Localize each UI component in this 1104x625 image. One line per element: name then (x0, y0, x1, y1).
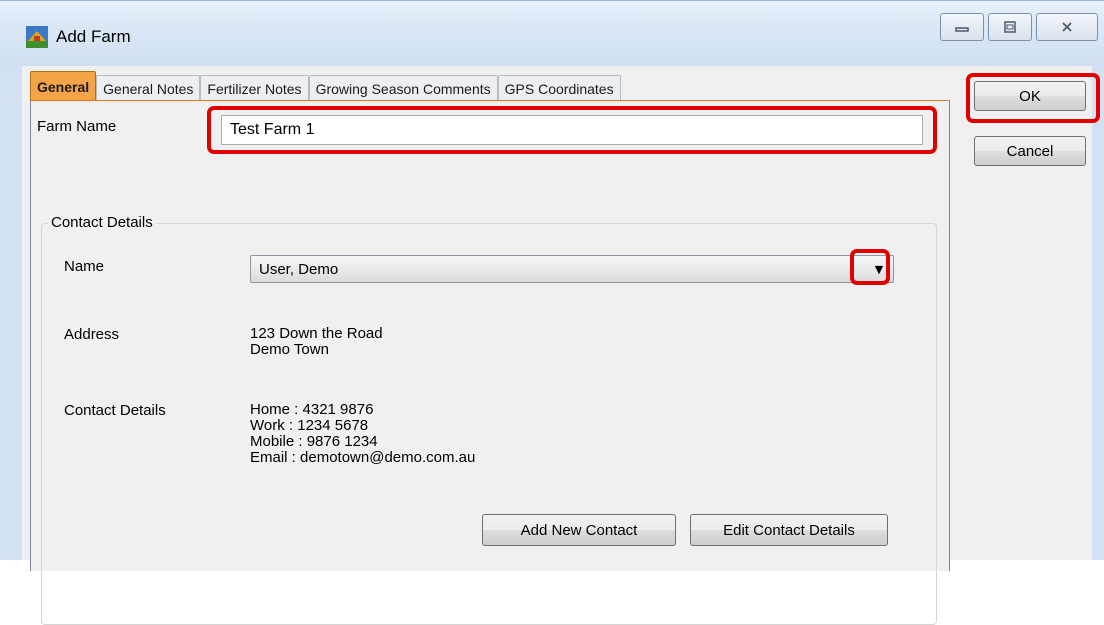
add-new-contact-button[interactable]: Add New Contact (482, 514, 676, 546)
address-line: 123 Down the Road (250, 325, 383, 342)
chevron-down-icon[interactable]: ▼ (867, 257, 891, 281)
contact-line: Mobile : 9876 1234 (250, 433, 378, 450)
window-controls (940, 13, 1098, 41)
contact-details-label: Contact Details (64, 402, 166, 419)
window-frame-right (1092, 66, 1104, 560)
farm-name-label: Farm Name (37, 118, 117, 135)
tab-strip: General General Notes Fertilizer Notes G… (30, 71, 621, 102)
tab-gps-coordinates[interactable]: GPS Coordinates (497, 75, 621, 102)
close-icon[interactable] (1036, 13, 1098, 41)
maximize-icon[interactable] (988, 13, 1032, 41)
farm-name-input[interactable] (221, 115, 923, 145)
contact-name-selected: User, Demo (259, 260, 339, 278)
edit-contact-details-button[interactable]: Edit Contact Details (690, 514, 888, 546)
window-title: Add Farm (56, 27, 131, 46)
minimize-icon[interactable] (940, 13, 984, 41)
contact-details-value: Home : 4321 9876 Work : 1234 5678 Mobile… (250, 402, 475, 466)
tab-growing-season-comments[interactable]: Growing Season Comments (308, 75, 498, 102)
contact-details-group-title: Contact Details (48, 214, 156, 231)
contact-line: Home : 4321 9876 (250, 401, 374, 418)
farm-app-icon (26, 26, 48, 48)
address-label: Address (64, 326, 120, 343)
contact-line: Email : demotown@demo.com.au (250, 449, 476, 466)
contact-name-dropdown[interactable]: User, Demo ▼ (250, 255, 894, 283)
tab-fertilizer-notes[interactable]: Fertilizer Notes (200, 75, 309, 102)
ok-button[interactable]: OK (974, 81, 1086, 111)
contact-line: Work : 1234 5678 (250, 417, 369, 434)
window-frame-left (0, 66, 22, 560)
tab-general[interactable]: General (30, 71, 97, 102)
title-bar[interactable]: Add Farm (0, 0, 1104, 67)
dialog-client-area: General General Notes Fertilizer Notes G… (22, 66, 1100, 625)
address-value: 123 Down the Road Demo Town (250, 326, 383, 358)
general-tab-panel: Farm Name Contact Details Name User, Dem… (30, 100, 950, 625)
title-area: Add Farm (26, 21, 131, 53)
cancel-button[interactable]: Cancel (974, 136, 1086, 166)
address-line: Demo Town (250, 341, 329, 358)
tab-general-notes[interactable]: General Notes (96, 75, 201, 102)
contact-details-group: Contact Details Name User, Demo ▼ Addres… (41, 214, 937, 625)
contact-name-label: Name (64, 258, 105, 275)
